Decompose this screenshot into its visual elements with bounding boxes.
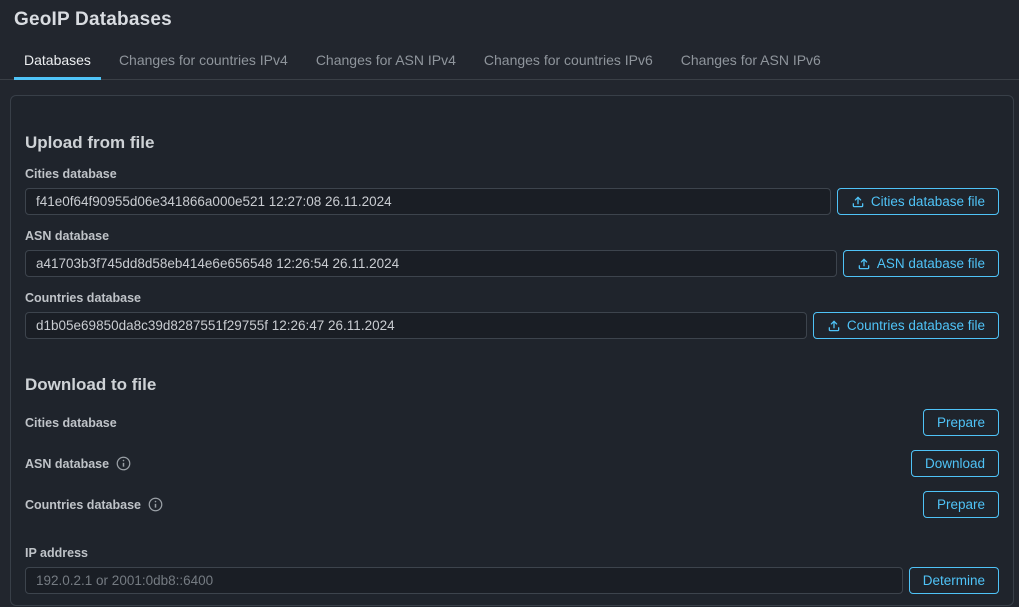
upload-field-cities: Cities database Cities database file — [25, 167, 999, 215]
countries-database-label: Countries database — [25, 291, 999, 305]
upload-field-countries: Countries database Countries database fi… — [25, 291, 999, 339]
upload-section-title: Upload from file — [25, 133, 999, 153]
download-section-title: Download to file — [25, 375, 999, 395]
countries-prepare-button[interactable]: Prepare — [923, 491, 999, 518]
cities-prepare-button[interactable]: Prepare — [923, 409, 999, 436]
upload-icon — [827, 319, 841, 333]
cities-database-hash-input[interactable] — [25, 188, 831, 215]
tab-bar: Databases Changes for countries IPv4 Cha… — [0, 46, 1019, 80]
determine-button[interactable]: Determine — [909, 567, 999, 594]
info-icon[interactable] — [116, 456, 131, 471]
upload-field-asn: ASN database ASN database file — [25, 229, 999, 277]
asn-database-download-label: ASN database — [25, 457, 109, 471]
upload-icon — [857, 257, 871, 271]
download-row-asn: ASN database Download — [25, 450, 999, 477]
tab-changes-asn-ipv4[interactable]: Changes for ASN IPv4 — [306, 46, 466, 80]
ip-address-section: IP address Determine — [25, 546, 999, 594]
databases-panel: Upload from file Cities database Cities … — [10, 95, 1014, 606]
download-row-countries: Countries database Prepare — [25, 491, 999, 518]
ip-address-label: IP address — [25, 546, 999, 560]
download-section: Download to file Cities database Prepare… — [25, 375, 999, 594]
countries-database-hash-input[interactable] — [25, 312, 807, 339]
countries-database-download-label: Countries database — [25, 498, 141, 512]
asn-database-file-button[interactable]: ASN database file — [843, 250, 999, 277]
asn-download-button[interactable]: Download — [911, 450, 999, 477]
download-row-cities: Cities database Prepare — [25, 409, 999, 436]
cities-database-label: Cities database — [25, 167, 999, 181]
ip-address-input[interactable] — [25, 567, 903, 594]
tab-databases[interactable]: Databases — [14, 46, 101, 80]
cities-database-file-button[interactable]: Cities database file — [837, 188, 999, 215]
upload-icon — [851, 195, 865, 209]
countries-database-file-button[interactable]: Countries database file — [813, 312, 999, 339]
asn-database-hash-input[interactable] — [25, 250, 837, 277]
page-title: GeoIP Databases — [0, 0, 1019, 31]
cities-database-download-label: Cities database — [25, 416, 117, 430]
asn-database-label: ASN database — [25, 229, 999, 243]
tab-changes-countries-ipv6[interactable]: Changes for countries IPv6 — [474, 46, 663, 80]
tab-changes-asn-ipv6[interactable]: Changes for ASN IPv6 — [671, 46, 831, 80]
tab-changes-countries-ipv4[interactable]: Changes for countries IPv4 — [109, 46, 298, 80]
info-icon[interactable] — [148, 497, 163, 512]
